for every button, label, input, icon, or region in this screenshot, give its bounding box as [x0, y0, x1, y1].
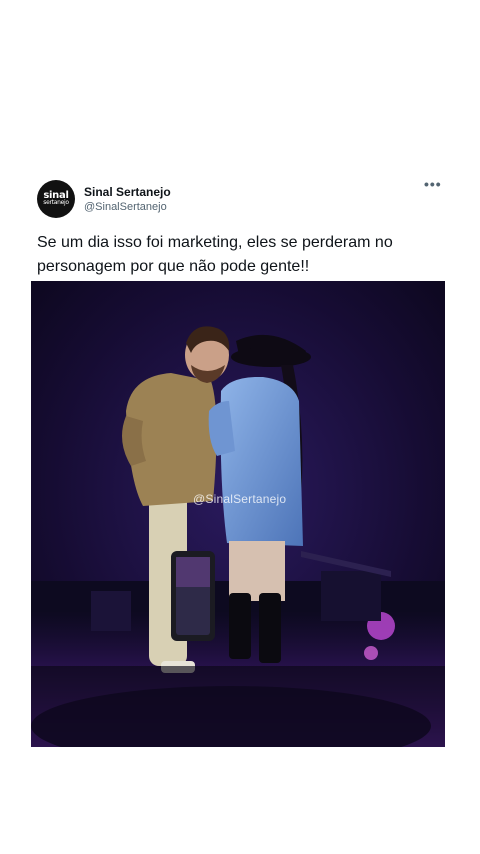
crowd-silhouette — [31, 666, 445, 747]
stage-light — [364, 646, 378, 660]
speaker — [91, 591, 131, 631]
audience-phone — [171, 551, 215, 641]
avatar[interactable]: sinal sertanejo — [37, 180, 75, 218]
tweet-text: Se um dia isso foi marketing, eles se pe… — [37, 234, 393, 275]
speaker — [321, 571, 381, 621]
ellipsis-icon[interactable]: ••• — [424, 177, 444, 193]
display-name[interactable]: Sinal Sertanejo — [84, 185, 171, 199]
media-watermark: @SinalSertanejo — [193, 492, 287, 506]
logo-text-bottom: sertanejo — [43, 199, 69, 206]
tweet-media-photo[interactable]: @SinalSertanejo — [31, 281, 445, 747]
sinal-sertanejo-logo: sinal sertanejo — [43, 190, 69, 207]
concert-photo — [31, 281, 445, 747]
tweet-card: sinal sertanejo Sinal Sertanejo @SinalSe… — [0, 0, 480, 854]
user-handle[interactable]: @SinalSertanejo — [84, 201, 167, 213]
logo-text-top: sinal — [43, 190, 69, 201]
